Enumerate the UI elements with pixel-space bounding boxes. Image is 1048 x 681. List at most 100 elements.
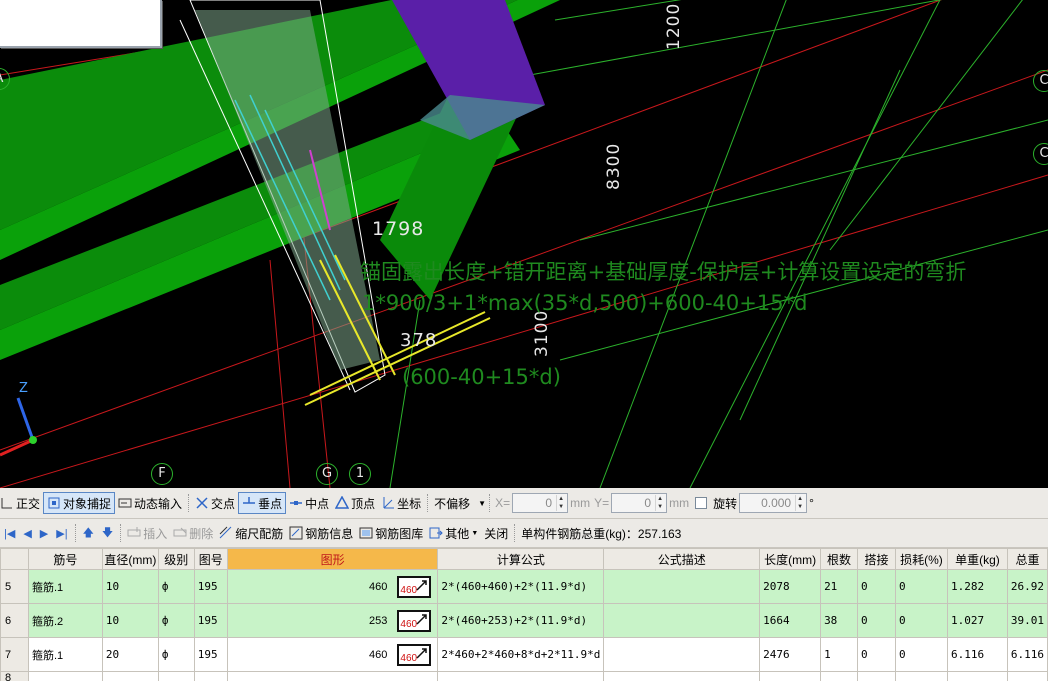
perpendicular-snap[interactable]: 垂点	[238, 492, 287, 514]
col-header-total-weight[interactable]: 总重	[1006, 548, 1048, 570]
previous-record-icon[interactable]: ◀	[19, 527, 35, 540]
rebar-library-button[interactable]: 钢筋图库	[356, 522, 426, 544]
cell-empty[interactable]	[857, 671, 896, 681]
cell-empty[interactable]	[27, 671, 103, 681]
cell-loss[interactable]: 0	[894, 637, 948, 672]
rotate-checkbox[interactable]	[695, 497, 708, 509]
cell-length[interactable]: 1664	[759, 603, 822, 638]
cell-figure-no[interactable]: 195	[193, 603, 228, 638]
cell-shape[interactable]: 253 460	[226, 603, 439, 638]
cell-empty[interactable]	[603, 671, 761, 681]
col-header-lap[interactable]: 搭接	[857, 548, 896, 570]
cell-formula[interactable]: 2*(460+253)+2*(11.9*d)	[437, 603, 605, 638]
midpoint-snap[interactable]: 中点	[286, 492, 332, 514]
table-row[interactable]: 6 箍筋.2 10 ф 195 253 460 2*(460+253)+2*(1…	[0, 603, 1048, 638]
drawing-viewport[interactable]: 1200 8300 3100 1798 378 锚固露出长度+错开距离+基础厚度…	[0, 0, 1048, 488]
cell-count[interactable]: 1	[820, 637, 859, 672]
intersection-snap[interactable]: 交点	[192, 492, 238, 514]
object-snap-toggle[interactable]: 对象捕捉	[43, 492, 116, 514]
cell-diameter[interactable]: 20	[101, 637, 159, 672]
col-header-loss[interactable]: 损耗(%)	[894, 548, 948, 570]
cell-shape[interactable]: 460 460	[226, 637, 439, 672]
cell-empty[interactable]	[1006, 671, 1048, 681]
first-record-icon[interactable]: |◀	[0, 527, 19, 540]
rotate-angle-input[interactable]: 0.000 ▲ ▼	[739, 493, 808, 513]
y-spinner[interactable]: ▲ ▼	[655, 495, 664, 511]
cell-length[interactable]: 2078	[759, 569, 822, 604]
cell-unit-weight[interactable]: 1.027	[946, 603, 1008, 638]
other-menu-button[interactable]: 其他 ▼	[426, 522, 481, 544]
col-header-diameter[interactable]: 直径(mm)	[101, 548, 159, 570]
cell-lap[interactable]: 0	[857, 569, 896, 604]
cell-empty[interactable]	[226, 671, 439, 681]
cell-loss[interactable]: 0	[894, 569, 948, 604]
coordinate-snap[interactable]: 坐标	[378, 492, 424, 514]
col-header-bar-no[interactable]: 筋号	[27, 548, 103, 570]
cell-total-weight[interactable]: 39.01	[1006, 603, 1048, 638]
table-row[interactable]: 5 箍筋.1 10 ф 195 460 460 2*(460+460)+2*(1…	[0, 569, 1048, 604]
cell-formula-desc[interactable]	[603, 637, 761, 672]
cell-diameter[interactable]: 10	[101, 569, 159, 604]
y-coordinate-input[interactable]: 0 ▲ ▼	[611, 493, 668, 513]
move-up-icon[interactable]: 🡅	[79, 524, 98, 543]
row-number[interactable]: 6	[0, 603, 29, 638]
cell-lap[interactable]: 0	[857, 603, 896, 638]
close-button[interactable]: 关闭	[481, 522, 511, 544]
cell-grade[interactable]: ф	[157, 603, 195, 638]
cell-formula[interactable]: 2*(460+460)+2*(11.9*d)	[437, 569, 605, 604]
insert-button[interactable]: 插入	[124, 522, 170, 544]
row-number[interactable]: 5	[0, 569, 29, 604]
cell-loss[interactable]: 0	[894, 603, 948, 638]
cell-count[interactable]: 21	[820, 569, 859, 604]
cell-formula-desc[interactable]	[603, 603, 761, 638]
col-header-length[interactable]: 长度(mm)	[759, 548, 822, 570]
cell-empty[interactable]	[437, 671, 605, 681]
cell-bar-no[interactable]: 箍筋.1	[27, 569, 103, 604]
cell-figure-no[interactable]: 195	[193, 637, 228, 672]
cell-formula[interactable]: 2*460+2*460+8*d+2*11.9*d	[437, 637, 605, 672]
table-row[interactable]: 7 箍筋.1 20 ф 195 460 460 2*460+2*460+8*d+…	[0, 637, 1048, 672]
cell-lap[interactable]: 0	[857, 637, 896, 672]
col-header-figure-no[interactable]: 图号	[193, 548, 228, 570]
cell-figure-no[interactable]: 195	[193, 569, 228, 604]
offset-mode-dropdown[interactable]: 不偏移 ▼	[431, 492, 486, 514]
cell-empty[interactable]	[759, 671, 822, 681]
last-record-icon[interactable]: ▶|	[52, 527, 71, 540]
cell-empty[interactable]	[946, 671, 1008, 681]
dynamic-input-toggle[interactable]: 动态输入	[115, 492, 185, 514]
x-spinner[interactable]: ▲ ▼	[556, 495, 565, 511]
cell-bar-no[interactable]: 箍筋.1	[27, 637, 103, 672]
cell-unit-weight[interactable]: 6.116	[946, 637, 1008, 672]
cell-length[interactable]: 2476	[759, 637, 822, 672]
x-coordinate-input[interactable]: 0 ▲ ▼	[512, 493, 569, 513]
cell-grade[interactable]: ф	[157, 569, 195, 604]
scale-rebar-button[interactable]: 缩尺配筋	[216, 522, 286, 544]
cell-total-weight[interactable]: 6.116	[1006, 637, 1048, 672]
cell-total-weight[interactable]: 26.92	[1006, 569, 1048, 604]
col-header-grade[interactable]: 级别	[157, 548, 195, 570]
cell-unit-weight[interactable]: 1.282	[946, 569, 1008, 604]
cell-count[interactable]: 38	[820, 603, 859, 638]
col-header-formula[interactable]: 计算公式	[437, 548, 605, 570]
delete-button[interactable]: 删除	[170, 522, 216, 544]
cell-empty[interactable]	[820, 671, 859, 681]
cell-empty[interactable]	[193, 671, 228, 681]
cell-empty[interactable]	[894, 671, 948, 681]
cell-empty[interactable]	[157, 671, 195, 681]
ortho-toggle[interactable]: 正交	[0, 492, 43, 514]
move-down-icon[interactable]: 🡇	[98, 524, 117, 543]
col-header-shape[interactable]: 图形	[226, 548, 439, 570]
cell-shape[interactable]: 460 460	[226, 569, 439, 604]
col-header-formula-desc[interactable]: 公式描述	[603, 548, 761, 570]
cell-grade[interactable]: ф	[157, 637, 195, 672]
cell-empty[interactable]	[101, 671, 159, 681]
vertex-snap[interactable]: 顶点	[332, 492, 378, 514]
cell-diameter[interactable]: 10	[101, 603, 159, 638]
cell-bar-no[interactable]: 箍筋.2	[27, 603, 103, 638]
col-header-unit-weight[interactable]: 单重(kg)	[946, 548, 1008, 570]
next-record-icon[interactable]: ▶	[36, 527, 52, 540]
table-row[interactable]: 8	[0, 671, 1048, 681]
row-number[interactable]: 8	[0, 671, 29, 681]
col-header-count[interactable]: 根数	[820, 548, 859, 570]
row-number[interactable]: 7	[0, 637, 29, 672]
